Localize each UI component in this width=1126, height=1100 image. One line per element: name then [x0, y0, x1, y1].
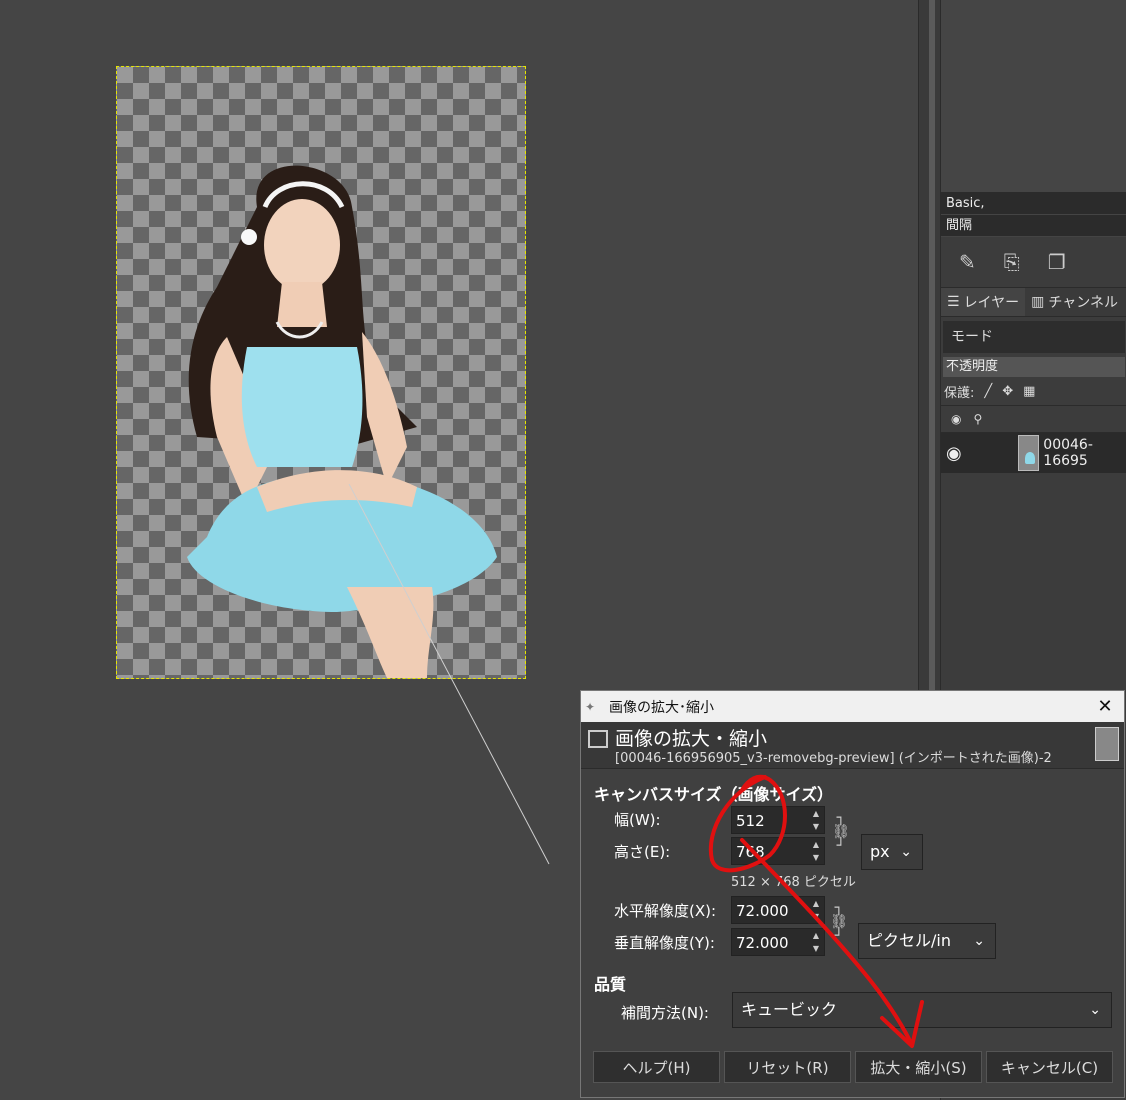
- xres-input[interactable]: 72.000 ▲ ▼: [731, 896, 825, 924]
- help-button[interactable]: ヘルプ(H): [593, 1051, 720, 1083]
- brushes-panel: [941, 0, 1126, 193]
- height-stepper[interactable]: ▲ ▼: [810, 838, 822, 864]
- resolution-unit-value: ピクセル/in: [867, 931, 951, 950]
- protect-label: 保護:: [944, 385, 975, 401]
- tab-channels-label: チャンネル: [1048, 295, 1118, 311]
- width-label: 幅(W):: [614, 811, 661, 829]
- layer-mode-select[interactable]: モード: [943, 321, 1125, 353]
- tab-layers-label: レイヤー: [963, 295, 1020, 311]
- layers-icon: ☰: [947, 294, 960, 310]
- brush-actions: ✎ ⎘ ❐: [941, 237, 1126, 287]
- interpolation-value: キュービック: [741, 1000, 838, 1019]
- height-value: 768: [736, 843, 765, 861]
- lock-position-icon[interactable]: ✥: [1002, 384, 1013, 399]
- yres-stepper[interactable]: ▲ ▼: [810, 929, 822, 955]
- new-brush-icon[interactable]: ⎘: [1004, 250, 1020, 274]
- protect-row: 保護: ╱ ✥ ▦: [941, 377, 1126, 405]
- size-chain-icon[interactable]: ┐ ⛓ ┘: [831, 811, 851, 853]
- eye-icon[interactable]: ◉: [946, 443, 962, 464]
- yres-input[interactable]: 72.000 ▲ ▼: [731, 928, 825, 956]
- cancel-button[interactable]: キャンセル(C): [986, 1051, 1113, 1083]
- height-label: 高さ(E):: [614, 843, 671, 861]
- chevron-down-icon: ⌄: [900, 844, 912, 860]
- woman-in-blue-dress-image: [187, 165, 497, 678]
- xres-stepper[interactable]: ▲ ▼: [810, 897, 822, 923]
- reset-button[interactable]: リセット(R): [724, 1051, 851, 1083]
- yres-value: 72.000: [736, 934, 789, 952]
- width-stepper[interactable]: ▲ ▼: [810, 807, 822, 833]
- edit-brush-icon[interactable]: ✎: [959, 250, 976, 274]
- xres-value: 72.000: [736, 902, 789, 920]
- resolution-unit-select[interactable]: ピクセル/in ⌄: [858, 923, 996, 959]
- layer-row[interactable]: ◉ 00046-16695: [941, 433, 1126, 473]
- pixel-size-info: 512 × 768 ピクセル: [731, 875, 856, 890]
- chevron-down-icon: ⌄: [1089, 1002, 1101, 1018]
- duplicate-brush-icon[interactable]: ❐: [1048, 250, 1066, 274]
- quality-section: 品質: [594, 975, 627, 994]
- layer-list-header: ◉ ⚲: [941, 405, 1126, 433]
- chevron-down-icon: ⌄: [973, 933, 985, 949]
- width-value: 512: [736, 812, 765, 830]
- yres-label: 垂直解像度(Y):: [614, 934, 715, 952]
- brush-preset-field[interactable]: Basic,: [941, 193, 1126, 215]
- canvas-size-section: キャンバスサイズ（画像サイズ）: [594, 785, 834, 804]
- vertical-scrollbar[interactable]: [918, 0, 941, 690]
- scale-button[interactable]: 拡大・縮小(S): [855, 1051, 982, 1083]
- dock-tabs: ☰ レイヤー ▥ チャンネル: [941, 287, 1126, 317]
- unit-select[interactable]: px ⌄: [861, 834, 923, 870]
- xres-label: 水平解像度(X):: [614, 902, 717, 920]
- interpolation-label: 補間方法(N):: [621, 1004, 709, 1022]
- interpolation-select[interactable]: キュービック ⌄: [732, 992, 1112, 1028]
- channels-icon: ▥: [1031, 294, 1045, 310]
- height-input[interactable]: 768 ▲ ▼: [731, 837, 825, 865]
- spacing-field[interactable]: 間隔: [941, 215, 1126, 237]
- lock-alpha-icon[interactable]: ▦: [1023, 384, 1035, 399]
- opacity-slider[interactable]: 不透明度: [943, 357, 1125, 377]
- layer-thumbnail: [1017, 435, 1040, 471]
- layer-name[interactable]: 00046-16695: [1043, 437, 1126, 469]
- lock-pixels-icon[interactable]: ╱: [984, 384, 992, 399]
- chain-column-icon: ⚲: [973, 412, 983, 426]
- visibility-column-icon: ◉: [951, 412, 962, 426]
- scale-image-dialog: ✦ 画像の拡大･縮小 ✕ 画像の拡大・縮小 [00046-166956905_v…: [580, 690, 1125, 1098]
- resolution-chain-icon[interactable]: ┐ ⛓ ┘: [829, 901, 849, 943]
- width-input[interactable]: 512 ▲ ▼: [731, 806, 825, 834]
- unit-value: px: [870, 842, 890, 861]
- tab-channels[interactable]: ▥ チャンネル: [1025, 288, 1124, 316]
- tab-layers[interactable]: ☰ レイヤー: [941, 288, 1026, 316]
- image-layer-preview[interactable]: [116, 66, 526, 679]
